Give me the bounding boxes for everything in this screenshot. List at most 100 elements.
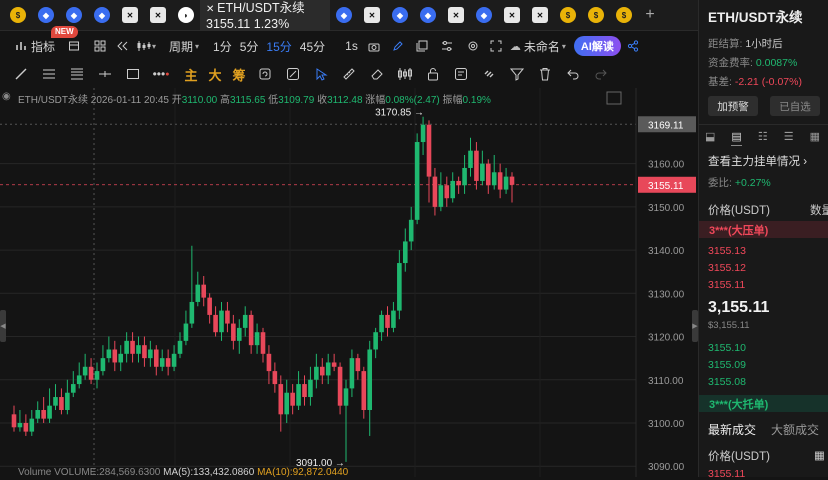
layout-name-dropdown[interactable]: ☁ 未命名 ▾	[510, 34, 566, 58]
active-symbol-tab[interactable]: ✕ ETH/USDT永续 3155.11 1.23%	[200, 0, 330, 31]
settle-value: 1小时后	[745, 38, 783, 50]
orderbook-view-tabs: ⬓ ▤ ☷ ☰ ▦	[705, 130, 825, 146]
pen-icon[interactable]	[386, 34, 410, 58]
camera-icon[interactable]	[362, 34, 386, 58]
fullscreen-icon[interactable]	[486, 34, 506, 58]
tab-large-trades[interactable]: 大额成交	[771, 421, 819, 438]
timeframe-1s[interactable]: 1s	[345, 34, 358, 58]
note-icon[interactable]	[447, 62, 475, 86]
ohlc-low: 3109.79	[278, 95, 315, 106]
copy-icon[interactable]	[410, 34, 434, 58]
tab-latest-trades[interactable]: 最新成交	[708, 421, 756, 438]
tab-coin[interactable]: $	[4, 0, 32, 31]
parallel-channel-icon[interactable]	[35, 62, 63, 86]
bid-price-row[interactable]: 3155.10	[708, 342, 746, 354]
ruler-icon[interactable]	[335, 62, 363, 86]
ask-price-row[interactable]: 3155.12	[708, 262, 746, 274]
main-indicator-toggle[interactable]: 主	[179, 62, 203, 86]
settings-icon[interactable]	[460, 34, 486, 58]
tab-coin[interactable]: ✕	[116, 0, 144, 31]
tab-coin[interactable]: ◆	[330, 0, 358, 31]
coin-icon: ✕	[122, 7, 138, 23]
y-tick-label: 3090.00	[648, 462, 685, 473]
eraser-icon[interactable]	[363, 62, 391, 86]
add-alert-button[interactable]: 加预警	[708, 96, 758, 116]
timeframe-1m[interactable]: 1分	[213, 34, 232, 58]
timeframe-5m[interactable]: 5分	[240, 34, 259, 58]
grid-layout-icon[interactable]	[89, 34, 111, 58]
price-axis[interactable]: 3090.00 3100.00 3110.00 3120.00 3130.00 3140.…	[635, 88, 698, 477]
tab-coin[interactable]: $	[610, 0, 638, 31]
big-order-toggle[interactable]: 大	[203, 62, 227, 86]
delete-icon[interactable]	[531, 62, 559, 86]
share-icon[interactable]	[621, 34, 645, 58]
tab-coin[interactable]: ◆	[414, 0, 442, 31]
tab-coin[interactable]: $	[554, 0, 582, 31]
tab-coin[interactable]: $	[582, 0, 610, 31]
ohlc-amp: 0.19%	[462, 95, 491, 106]
tab-coin[interactable]: ◆	[470, 0, 498, 31]
sliders-icon[interactable]	[434, 34, 460, 58]
tab-coin[interactable]: ✕	[144, 0, 172, 31]
tab-coin[interactable]: ✕	[526, 0, 554, 31]
candle-body	[319, 366, 325, 376]
coin-icon: ✕	[150, 7, 166, 23]
fib-tool-icon[interactable]	[63, 62, 91, 86]
lock-icon[interactable]	[419, 62, 447, 86]
trendline-tool-icon[interactable]	[7, 62, 35, 86]
candle-type-icon[interactable]: ▾	[133, 34, 159, 58]
select-tool-icon[interactable]	[307, 62, 335, 86]
orderbook-bids-icon[interactable]: ▤	[731, 130, 742, 146]
bid-price-row[interactable]: 3155.09	[708, 359, 746, 371]
replay-icon[interactable]	[111, 34, 133, 58]
timeframe-15m[interactable]: 15分	[266, 34, 291, 58]
rectangle-tool-icon[interactable]	[119, 62, 147, 86]
left-collapse-handle[interactable]: ◀	[0, 310, 6, 342]
tab-coin[interactable]: ◗	[172, 0, 200, 31]
tab-coin[interactable]: ◆	[88, 0, 116, 31]
compare-icon[interactable]	[279, 62, 307, 86]
ohlc-open: 3110.00	[181, 95, 218, 106]
candle-body	[302, 384, 307, 398]
candle-body	[183, 323, 189, 341]
orderbook-grid-icon[interactable]: ▦	[810, 130, 820, 146]
orderbook-asks-icon[interactable]: ☷	[758, 130, 768, 146]
filter-icon[interactable]	[503, 62, 531, 86]
trades-price-header: 价格(USDT)	[708, 451, 770, 463]
ask-price-row[interactable]: 3155.11	[708, 279, 745, 291]
tab-coin[interactable]: ✕	[442, 0, 470, 31]
refresh-icon[interactable]	[251, 62, 279, 86]
timeframe-45m[interactable]: 45分	[300, 34, 325, 58]
tab-coin[interactable]: ◆	[386, 0, 414, 31]
redo-icon[interactable]	[587, 62, 615, 86]
candle-body	[231, 323, 236, 341]
y-tick-label: 3130.00	[648, 289, 685, 300]
candles-visibility-icon[interactable]	[391, 62, 419, 86]
current-price-label: 3155.11	[648, 181, 684, 192]
favorited-button[interactable]: 已自选	[770, 96, 820, 116]
orderbook-list-icon[interactable]: ☰	[784, 130, 794, 146]
horizontal-line-icon[interactable]	[91, 62, 119, 86]
tab-coin[interactable]: ✕	[498, 0, 526, 31]
more-tools-icon[interactable]: ••• ●	[147, 62, 175, 86]
eye-icon[interactable]: ◉	[2, 91, 11, 102]
ai-analysis-button[interactable]: AI解读	[573, 34, 621, 58]
bid-price-row[interactable]: 3155.08	[708, 376, 746, 388]
candle-body	[136, 345, 141, 354]
period-dropdown[interactable]: 周期 ▾	[169, 34, 199, 58]
indicator-icon[interactable]	[14, 34, 28, 58]
expand-chart-icon[interactable]	[606, 91, 622, 105]
add-tab-button[interactable]: +	[638, 6, 662, 24]
chips-toggle[interactable]: 筹	[227, 62, 251, 86]
orderbook-both-icon[interactable]: ⬓	[705, 130, 715, 146]
ask-price-row[interactable]: 3155.13	[708, 245, 746, 257]
chart-grid	[0, 88, 636, 477]
undo-icon[interactable]	[559, 62, 587, 86]
tab-coin[interactable]: ✕	[358, 0, 386, 31]
candle-body	[195, 284, 201, 302]
link-icon[interactable]	[475, 62, 503, 86]
orderbook-link[interactable]: 查看主力挂单情况 ›	[708, 153, 807, 169]
x-icon: ✕	[206, 3, 218, 15]
candle-body	[308, 379, 313, 398]
candlestick-chart[interactable]: 3090.00 3100.00 3110.00 3120.00 3130.00 3140.…	[0, 88, 698, 477]
